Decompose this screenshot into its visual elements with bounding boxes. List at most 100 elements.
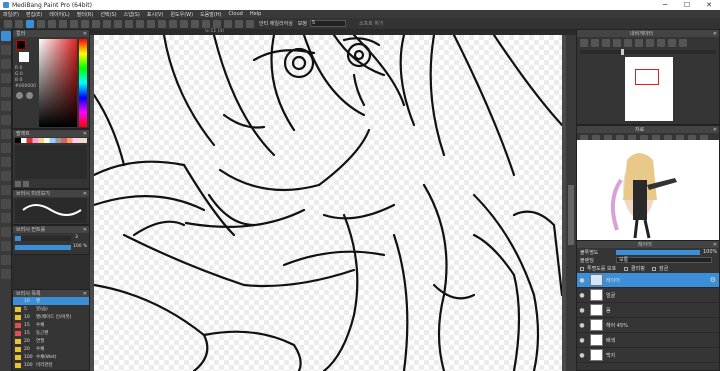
- select-eraser-tool-icon[interactable]: [1, 199, 11, 209]
- color-picker-area[interactable]: [39, 39, 77, 127]
- menu-window[interactable]: 윈도우(W): [170, 11, 193, 18]
- zoom-out-icon[interactable]: [591, 39, 599, 47]
- brush-list-item[interactable]: 100 미러관련: [13, 361, 89, 369]
- tool-option-icon[interactable]: [48, 19, 56, 28]
- color-mode-icon[interactable]: [16, 92, 23, 99]
- menu-cloud[interactable]: Cloud: [229, 11, 243, 17]
- opacity-slider[interactable]: [616, 249, 700, 255]
- rotate-right-icon[interactable]: [635, 39, 643, 47]
- actual-size-icon[interactable]: [613, 39, 621, 47]
- lock-checkbox[interactable]: [652, 266, 656, 271]
- antialias-checkbox-label[interactable]: 안티 에일리어싱: [259, 20, 293, 27]
- tool-option-icon[interactable]: [114, 19, 122, 28]
- tool-option-icon[interactable]: [180, 19, 188, 28]
- flip-icon[interactable]: [657, 39, 665, 47]
- magic-wand-tool-icon[interactable]: [1, 171, 11, 181]
- layer-row[interactable]: ● 몸: [577, 303, 719, 318]
- operation-tool-icon[interactable]: [1, 241, 11, 251]
- gradient-tool-icon[interactable]: [1, 129, 11, 139]
- tool-option-icon[interactable]: [103, 19, 111, 28]
- tool-option-icon[interactable]: [147, 19, 155, 28]
- maximize-button[interactable]: ☐: [676, 0, 698, 10]
- tool-option-icon[interactable]: [224, 19, 232, 28]
- tool-option-icon[interactable]: [202, 19, 210, 28]
- brush-list-item[interactable]: 10 펜(페이드 인/아웃): [13, 313, 89, 321]
- correction-select[interactable]: 5: [310, 20, 346, 27]
- hue-slider[interactable]: [79, 39, 87, 127]
- eyedropper-tool-icon[interactable]: [1, 255, 11, 265]
- canvas-vertical-scrollbar[interactable]: [566, 35, 576, 371]
- select-tool-icon[interactable]: [26, 19, 34, 28]
- tool-option-icon[interactable]: [136, 19, 144, 28]
- brush-list-item[interactable]: 5 붓(습): [13, 305, 89, 313]
- brush-size-slider[interactable]: [15, 236, 71, 241]
- navigator-preview[interactable]: [625, 57, 673, 121]
- rotate-left-icon[interactable]: [624, 39, 632, 47]
- eraser-tool-icon[interactable]: [1, 45, 11, 55]
- tool-option-icon[interactable]: [70, 19, 78, 28]
- menu-snap[interactable]: 스냅(S): [124, 11, 140, 18]
- rotate-reset-icon[interactable]: [646, 39, 654, 47]
- layer-row[interactable]: ● 백지: [577, 348, 719, 363]
- brush-opacity-slider[interactable]: [15, 245, 71, 250]
- brush-list-item[interactable]: 15 수채: [13, 321, 89, 329]
- divide-tool-icon[interactable]: [1, 213, 11, 223]
- view-icon[interactable]: [679, 39, 687, 47]
- redo-icon[interactable]: [15, 19, 23, 28]
- menu-edit[interactable]: 편집(E): [26, 11, 42, 18]
- eye-icon[interactable]: ●: [577, 352, 587, 359]
- select-tool-icon[interactable]: [1, 143, 11, 153]
- close-icon[interactable]: ✕: [83, 291, 87, 297]
- menu-help[interactable]: Help: [250, 11, 261, 17]
- close-icon[interactable]: ✕: [713, 127, 717, 133]
- menu-file[interactable]: 파일(F): [3, 11, 19, 18]
- color-mode-icon[interactable]: [26, 92, 33, 99]
- select-pen-tool-icon[interactable]: [1, 185, 11, 195]
- tool-option-icon[interactable]: [235, 19, 243, 28]
- eye-icon[interactable]: ●: [577, 277, 587, 284]
- blend-select[interactable]: 보통: [616, 257, 712, 263]
- delete-color-icon[interactable]: [23, 181, 29, 187]
- tool-option-icon[interactable]: [158, 19, 166, 28]
- close-icon[interactable]: ✕: [83, 31, 87, 37]
- tool-option-icon[interactable]: [92, 19, 100, 28]
- minimize-button[interactable]: ─: [654, 0, 676, 10]
- brush-list-item[interactable]: 20 연필: [13, 337, 89, 345]
- tool-option-icon[interactable]: [169, 19, 177, 28]
- menu-view[interactable]: 표시(V): [147, 11, 164, 18]
- canvas-area[interactable]: [90, 35, 576, 371]
- zoom-in-icon[interactable]: [580, 39, 588, 47]
- text-tool-icon[interactable]: [1, 227, 11, 237]
- close-icon[interactable]: ✕: [713, 31, 717, 37]
- move-tool-icon[interactable]: [1, 87, 11, 97]
- tool-option-icon[interactable]: [81, 19, 89, 28]
- lasso-tool-icon[interactable]: [1, 157, 11, 167]
- eye-icon[interactable]: ●: [577, 337, 587, 344]
- check-tool-icon[interactable]: [1, 73, 11, 83]
- drawing-canvas[interactable]: [94, 35, 562, 371]
- brush-list-item[interactable]: 15 둥근펜: [13, 329, 89, 337]
- brush-list-item[interactable]: 100 수채(Wet): [13, 353, 89, 361]
- tool-option-icon[interactable]: [37, 19, 45, 28]
- foreground-color-swatch[interactable]: [16, 40, 26, 50]
- undo-icon[interactable]: [4, 19, 12, 28]
- layer-row[interactable]: ● 헤어 45%: [577, 318, 719, 333]
- tool-option-icon[interactable]: [59, 19, 67, 28]
- palette-swatches[interactable]: [15, 138, 87, 143]
- zoom-slider[interactable]: [580, 49, 716, 55]
- fit-icon[interactable]: [602, 39, 610, 47]
- gear-icon[interactable]: ⚙: [710, 276, 716, 284]
- eye-icon[interactable]: ●: [577, 322, 587, 329]
- tool-option-icon[interactable]: [125, 19, 133, 28]
- protect-checkbox[interactable]: [580, 266, 584, 271]
- menu-filter[interactable]: 필터(R): [77, 11, 94, 18]
- close-icon[interactable]: ✕: [713, 242, 717, 248]
- menu-help-kr[interactable]: 도움말(H): [200, 11, 221, 18]
- tool-option-icon[interactable]: [213, 19, 221, 28]
- shape-tool-icon[interactable]: [1, 101, 11, 111]
- add-color-icon[interactable]: [15, 181, 21, 187]
- dot-tool-icon[interactable]: [1, 59, 11, 69]
- brush-list-item[interactable]: 10 펜: [13, 297, 89, 305]
- tool-option-icon[interactable]: [246, 19, 254, 28]
- view-icon[interactable]: [668, 39, 676, 47]
